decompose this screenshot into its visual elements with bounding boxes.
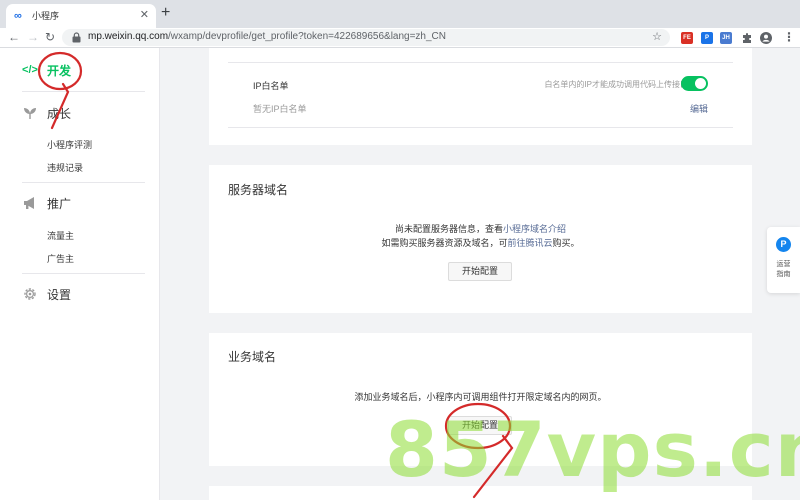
sidebar-item-label: 设置 (47, 287, 72, 302)
address-bar[interactable]: mp.weixin.qq.com/wxamp/devprofile/get_pr… (62, 29, 670, 46)
guide-badge-icon: P (776, 237, 791, 252)
forward-icon[interactable]: → (27, 29, 39, 45)
back-icon[interactable]: ← (8, 29, 20, 45)
browser-menu-icon[interactable]: ⋮ (783, 29, 795, 45)
watermark: 857vps.cn (385, 405, 800, 494)
ip-whitelist-label: IP白名单 (253, 81, 289, 91)
ip-whitelist-hint: 白名单内的IP才能成功调用代码上传接口 (544, 80, 688, 89)
ip-whitelist-card: IP白名单 白名单内的IP才能成功调用代码上传接口 暂无IP白名单 编辑 (209, 48, 752, 145)
notice-text: 尚未配置服务器信息，查看 (394, 224, 503, 234)
sprout-icon (24, 108, 36, 119)
domain-intro-link[interactable]: 小程序域名介绍 (503, 224, 566, 234)
gear-icon (24, 288, 36, 300)
server-domain-notice-line2: 如需购买服务器资源及域名，可前往腾讯云购买。 (209, 235, 752, 251)
tab-title: 小程序 (32, 11, 60, 21)
sidebar-item-settings[interactable]: 设置 (22, 284, 71, 304)
notice-text: 如需购买服务器资源及域名，可 (381, 238, 508, 248)
sidebar-subitem-advertiser[interactable]: 广告主 (47, 252, 74, 265)
tab-close-icon[interactable]: ✕ (140, 8, 149, 22)
browser-toolbar: ← → ↻ mp.weixin.qq.com/wxamp/devprofile/… (0, 28, 800, 48)
profile-avatar-icon[interactable] (760, 32, 772, 44)
browser-tab[interactable]: ∞ 小程序 ✕ (6, 4, 156, 28)
browser-tab-bar: ∞ 小程序 ✕ + (0, 0, 800, 28)
sidebar-divider (22, 182, 145, 183)
sidebar-item-label: 开发 (47, 63, 72, 78)
ip-whitelist-edit-link[interactable]: 编辑 (690, 102, 708, 115)
ext-fe-icon[interactable]: FE (681, 32, 693, 44)
url-path: /wxamp/devprofile/get_profile?token=4226… (168, 31, 446, 42)
toggle-knob (695, 78, 706, 89)
sidebar-item-develop[interactable]: </> 开发 (22, 60, 71, 80)
bookmark-star-icon[interactable]: ☆ (652, 30, 662, 44)
sidebar-item-label: 推广 (47, 196, 72, 211)
server-domain-start-config-button[interactable]: 开始配置 (448, 262, 512, 281)
sidebar-nav: </> 开发 成长 小程序评测 违规记录 推广 流量主 广告主 设置 (0, 48, 160, 500)
url-domain: mp.weixin.qq.com (88, 31, 169, 42)
ip-whitelist-empty-text: 暂无IP白名单 (253, 104, 307, 114)
server-domain-card: 服务器域名 尚未配置服务器信息，查看小程序域名介绍 如需购买服务器资源及域名，可… (209, 165, 752, 313)
lock-icon (72, 32, 81, 43)
sidebar-item-promote[interactable]: 推广 (22, 193, 71, 213)
server-domain-title: 服务器域名 (228, 183, 289, 197)
ext-jh-icon[interactable]: JH (720, 32, 732, 44)
ip-whitelist-toggle[interactable] (681, 76, 708, 91)
sidebar-divider (22, 273, 145, 274)
operations-guide-float[interactable]: P 运营指南 (767, 227, 800, 293)
ext-p-icon[interactable]: P (701, 32, 713, 44)
sidebar-subitem-traffic-owner[interactable]: 流量主 (47, 229, 74, 242)
reload-icon[interactable]: ↻ (45, 29, 55, 45)
business-domain-description: 添加业务域名后，小程序内可调用组件打开限定域名内的网页。 (354, 392, 607, 402)
card-divider (228, 127, 733, 128)
sidebar-subitem-violations[interactable]: 违规记录 (47, 161, 83, 174)
code-icon: </> (22, 64, 38, 76)
sidebar-item-label: 成长 (47, 106, 72, 121)
extensions-puzzle-icon[interactable] (741, 32, 753, 44)
notice-text: 购买。 (552, 238, 580, 248)
new-tab-icon[interactable]: + (161, 5, 170, 21)
guide-label: 运营指南 (767, 260, 800, 280)
business-domain-title: 业务域名 (228, 350, 277, 364)
guide-label-text: 运营指南 (776, 261, 791, 278)
megaphone-icon (24, 197, 34, 209)
sidebar-subitem-evaluation[interactable]: 小程序评测 (47, 138, 92, 151)
card-divider (228, 62, 733, 63)
sidebar-divider (22, 91, 145, 92)
url-text: mp.weixin.qq.com/wxamp/devprofile/get_pr… (88, 31, 446, 42)
miniprogram-favicon-icon: ∞ (14, 10, 22, 22)
tencent-cloud-link[interactable]: 前往腾讯云 (507, 238, 552, 248)
sidebar-item-growth[interactable]: 成长 (22, 103, 71, 123)
